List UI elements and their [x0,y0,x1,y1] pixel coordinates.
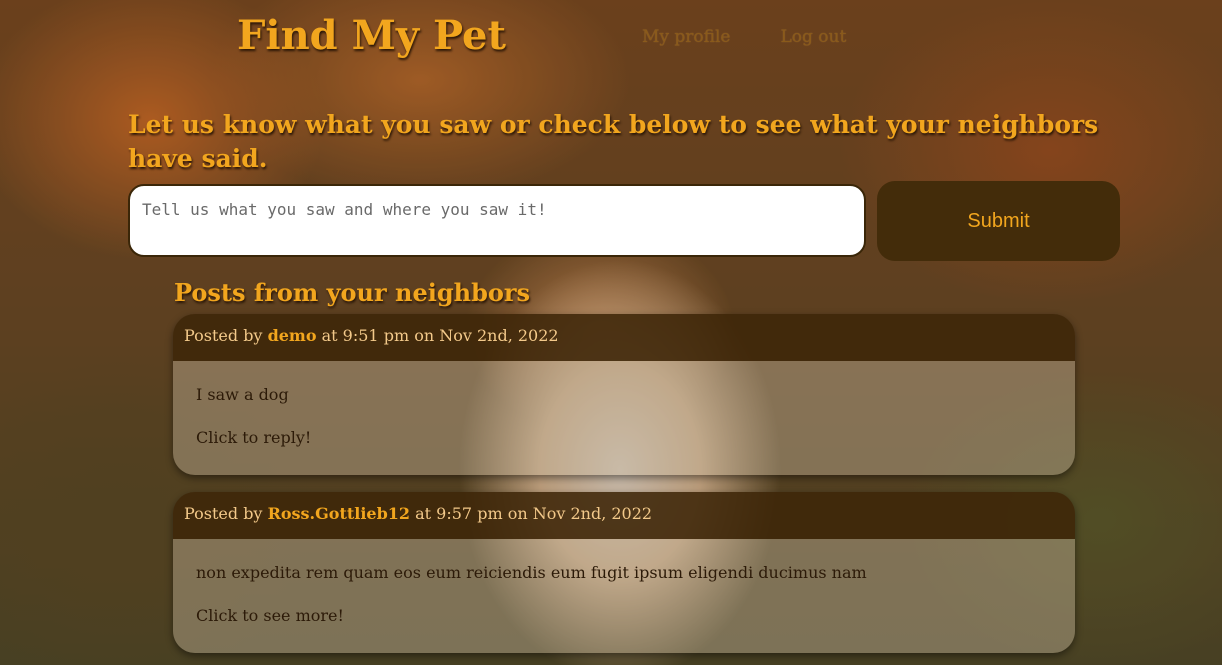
post-card: Posted by Ross.Gottlieb12 at 9:57 pm on … [173,492,1075,653]
posts-heading: Posts from your neighbors [174,278,531,307]
post-author: Ross.Gottlieb12 [267,504,411,523]
post-author: demo [267,326,317,345]
post-timestamp: at 9:57 pm on Nov 2nd, 2022 [415,504,653,523]
reply-link[interactable]: Click to reply! [196,428,1052,447]
nav-my-profile[interactable]: My profile [642,27,731,47]
submit-button[interactable]: Submit [877,181,1120,261]
post-timestamp: at 9:51 pm on Nov 2nd, 2022 [321,326,559,345]
sighting-input[interactable] [128,184,866,257]
post-header: Posted by Ross.Gottlieb12 at 9:57 pm on … [173,492,1075,539]
post-card: Posted by demo at 9:51 pm on Nov 2nd, 20… [173,314,1075,475]
post-text: non expedita rem quam eos eum reiciendis… [196,563,867,582]
posted-by-label: Posted by [184,326,263,345]
top-nav: My profile Log out [642,27,846,47]
nav-log-out[interactable]: Log out [781,27,847,47]
see-more-link[interactable]: Click to see more! [196,606,1052,625]
post-body: non expedita rem quam eos eum reiciendis… [173,539,1075,653]
post-header: Posted by demo at 9:51 pm on Nov 2nd, 20… [173,314,1075,361]
site-title: Find My Pet [237,12,506,59]
post-body: I saw a dog Click to reply! [173,361,1075,475]
form-prompt: Let us know what you saw or check below … [128,110,1099,173]
post-text: I saw a dog [196,385,289,404]
posted-by-label: Posted by [184,504,263,523]
